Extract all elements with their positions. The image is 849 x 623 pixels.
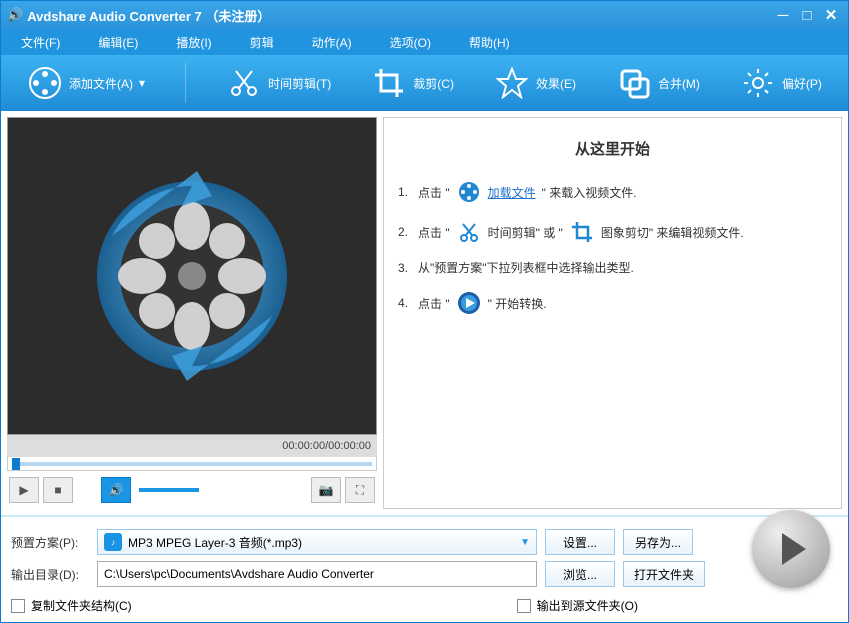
dropdown-caret-icon: ▾ — [139, 76, 145, 90]
crop-button[interactable]: 裁剪(C) — [371, 65, 454, 101]
guide-panel: 从这里开始 1. 点击 " 加载文件 " 来载入视频文件. 2. 点击 " 时间… — [383, 117, 842, 509]
preview-column: 00:00:00 / 00:00:00 ▶ ■ 🔊 📷 ⛶ — [7, 117, 377, 509]
merge-icon — [616, 65, 652, 101]
checkbox-label: 输出到源文件夹(O) — [537, 597, 638, 614]
merge-button[interactable]: 合并(M) — [616, 65, 700, 101]
volume-button[interactable]: 🔊 — [101, 477, 131, 503]
preferences-label: 偏好(P) — [782, 75, 822, 92]
crop-icon — [569, 219, 595, 245]
step-text: " 来载入视频文件. — [542, 184, 637, 201]
video-preview — [7, 117, 377, 435]
browse-button[interactable]: 浏览... — [545, 561, 615, 587]
time-trim-label: 时间剪辑(T) — [268, 75, 331, 92]
step-text: " 开始转换. — [488, 295, 547, 312]
menu-file[interactable]: 文件(F) — [21, 34, 60, 51]
preferences-button[interactable]: 偏好(P) — [740, 65, 822, 101]
checkbox-label: 复制文件夹结构(C) — [31, 597, 132, 614]
guide-step-3: 3. 从"预置方案"下拉列表框中选择输出类型. — [398, 259, 827, 276]
app-icon: 🔊 — [7, 7, 23, 23]
svg-text:♪: ♪ — [111, 538, 115, 547]
step-number: 2. — [398, 225, 412, 239]
toolbar-separator — [185, 63, 186, 103]
gear-icon — [740, 65, 776, 101]
step-text: 点击 " — [418, 224, 450, 241]
output-dir-row: 输出目录(D): 浏览... 打开文件夹 — [11, 561, 838, 587]
step-text: 时间剪辑" 或 " — [488, 224, 563, 241]
maximize-button[interactable]: □ — [796, 6, 818, 24]
step-text: 从"预置方案"下拉列表框中选择输出类型. — [418, 259, 634, 276]
crop-label: 裁剪(C) — [413, 75, 454, 92]
time-current: 00:00:00 — [282, 440, 325, 452]
guide-title: 从这里开始 — [398, 138, 827, 159]
scissors-icon — [456, 219, 482, 245]
step-number: 3. — [398, 261, 412, 275]
titlebar: 🔊 Avdshare Audio Converter 7 （未注册） ─ □ ✕ — [1, 1, 848, 29]
checkbox-row: 复制文件夹结构(C) 输出到源文件夹(O) — [11, 597, 838, 614]
film-reel-icon — [456, 179, 482, 205]
bottom-panel: 预置方案(P): ♪ MP3 MPEG Layer-3 音频(*.mp3) ▼ … — [1, 515, 848, 622]
close-button[interactable]: ✕ — [820, 6, 842, 24]
playback-controls: ▶ ■ 🔊 📷 ⛶ — [7, 471, 377, 509]
load-file-link[interactable]: 加载文件 — [488, 184, 536, 201]
menu-options[interactable]: 选项(O) — [390, 34, 431, 51]
preset-label: 预置方案(P): — [11, 534, 89, 551]
snapshot-button[interactable]: 📷 — [311, 477, 341, 503]
menu-action[interactable]: 动作(A) — [312, 34, 352, 51]
menu-play[interactable]: 播放(I) — [176, 34, 211, 51]
guide-step-4: 4. 点击 " " 开始转换. — [398, 290, 827, 316]
menu-help[interactable]: 帮助(H) — [469, 34, 510, 51]
time-total: 00:00:00 — [328, 440, 371, 452]
checkbox-icon — [517, 599, 531, 613]
step-number: 1. — [398, 185, 412, 199]
step-text: 图象剪切" 来编辑视频文件. — [601, 224, 744, 241]
menu-edit[interactable]: 编辑(E) — [98, 34, 138, 51]
time-display: 00:00:00 / 00:00:00 — [7, 435, 377, 457]
save-as-button[interactable]: 另存为... — [623, 529, 693, 555]
play-orb-icon — [456, 290, 482, 316]
guide-step-2: 2. 点击 " 时间剪辑" 或 " 图象剪切" 来编辑视频文件. — [398, 219, 827, 245]
convert-button[interactable] — [752, 510, 830, 588]
toolbar: 添加文件(A) ▾ 时间剪辑(T) 裁剪(C) 效果(E) 合并(M) 偏好(P… — [1, 55, 848, 111]
format-icon: ♪ — [104, 533, 122, 551]
menu-clip[interactable]: 剪辑 — [250, 34, 274, 51]
output-to-source-checkbox[interactable]: 输出到源文件夹(O) — [517, 597, 638, 614]
step-text: 点击 " — [418, 184, 450, 201]
reel-artwork-icon — [82, 166, 302, 386]
fullscreen-button[interactable]: ⛶ — [345, 477, 375, 503]
preset-value: MP3 MPEG Layer-3 音频(*.mp3) — [128, 534, 520, 551]
guide-step-1: 1. 点击 " 加载文件 " 来载入视频文件. — [398, 179, 827, 205]
preset-dropdown[interactable]: ♪ MP3 MPEG Layer-3 音频(*.mp3) ▼ — [97, 529, 537, 555]
film-reel-icon — [27, 65, 63, 101]
copy-structure-checkbox[interactable]: 复制文件夹结构(C) — [11, 597, 132, 614]
main-area: 00:00:00 / 00:00:00 ▶ ■ 🔊 📷 ⛶ 从这里开始 1 — [1, 111, 848, 515]
effect-button[interactable]: 效果(E) — [494, 65, 576, 101]
stop-button[interactable]: ■ — [43, 477, 73, 503]
add-file-button[interactable]: 添加文件(A) ▾ — [27, 65, 145, 101]
crop-icon — [371, 65, 407, 101]
window-title: Avdshare Audio Converter 7 （未注册） — [27, 6, 270, 25]
volume-slider[interactable] — [139, 488, 199, 492]
chevron-down-icon: ▼ — [520, 537, 530, 548]
output-dir-label: 输出目录(D): — [11, 566, 89, 583]
scissors-icon — [226, 65, 262, 101]
merge-label: 合并(M) — [658, 75, 700, 92]
step-number: 4. — [398, 296, 412, 310]
minimize-button[interactable]: ─ — [772, 6, 794, 24]
time-trim-button[interactable]: 时间剪辑(T) — [226, 65, 331, 101]
seek-bar[interactable] — [7, 457, 377, 471]
open-folder-button[interactable]: 打开文件夹 — [623, 561, 705, 587]
play-button[interactable]: ▶ — [9, 477, 39, 503]
effect-label: 效果(E) — [536, 75, 576, 92]
settings-button[interactable]: 设置... — [545, 529, 615, 555]
output-dir-input[interactable] — [97, 561, 537, 587]
step-text: 点击 " — [418, 295, 450, 312]
add-file-label: 添加文件(A) — [69, 75, 133, 92]
seek-thumb[interactable] — [12, 458, 20, 470]
checkbox-icon — [11, 599, 25, 613]
preset-row: 预置方案(P): ♪ MP3 MPEG Layer-3 音频(*.mp3) ▼ … — [11, 529, 838, 555]
star-icon — [494, 65, 530, 101]
menubar: 文件(F) 编辑(E) 播放(I) 剪辑 动作(A) 选项(O) 帮助(H) — [1, 29, 848, 55]
